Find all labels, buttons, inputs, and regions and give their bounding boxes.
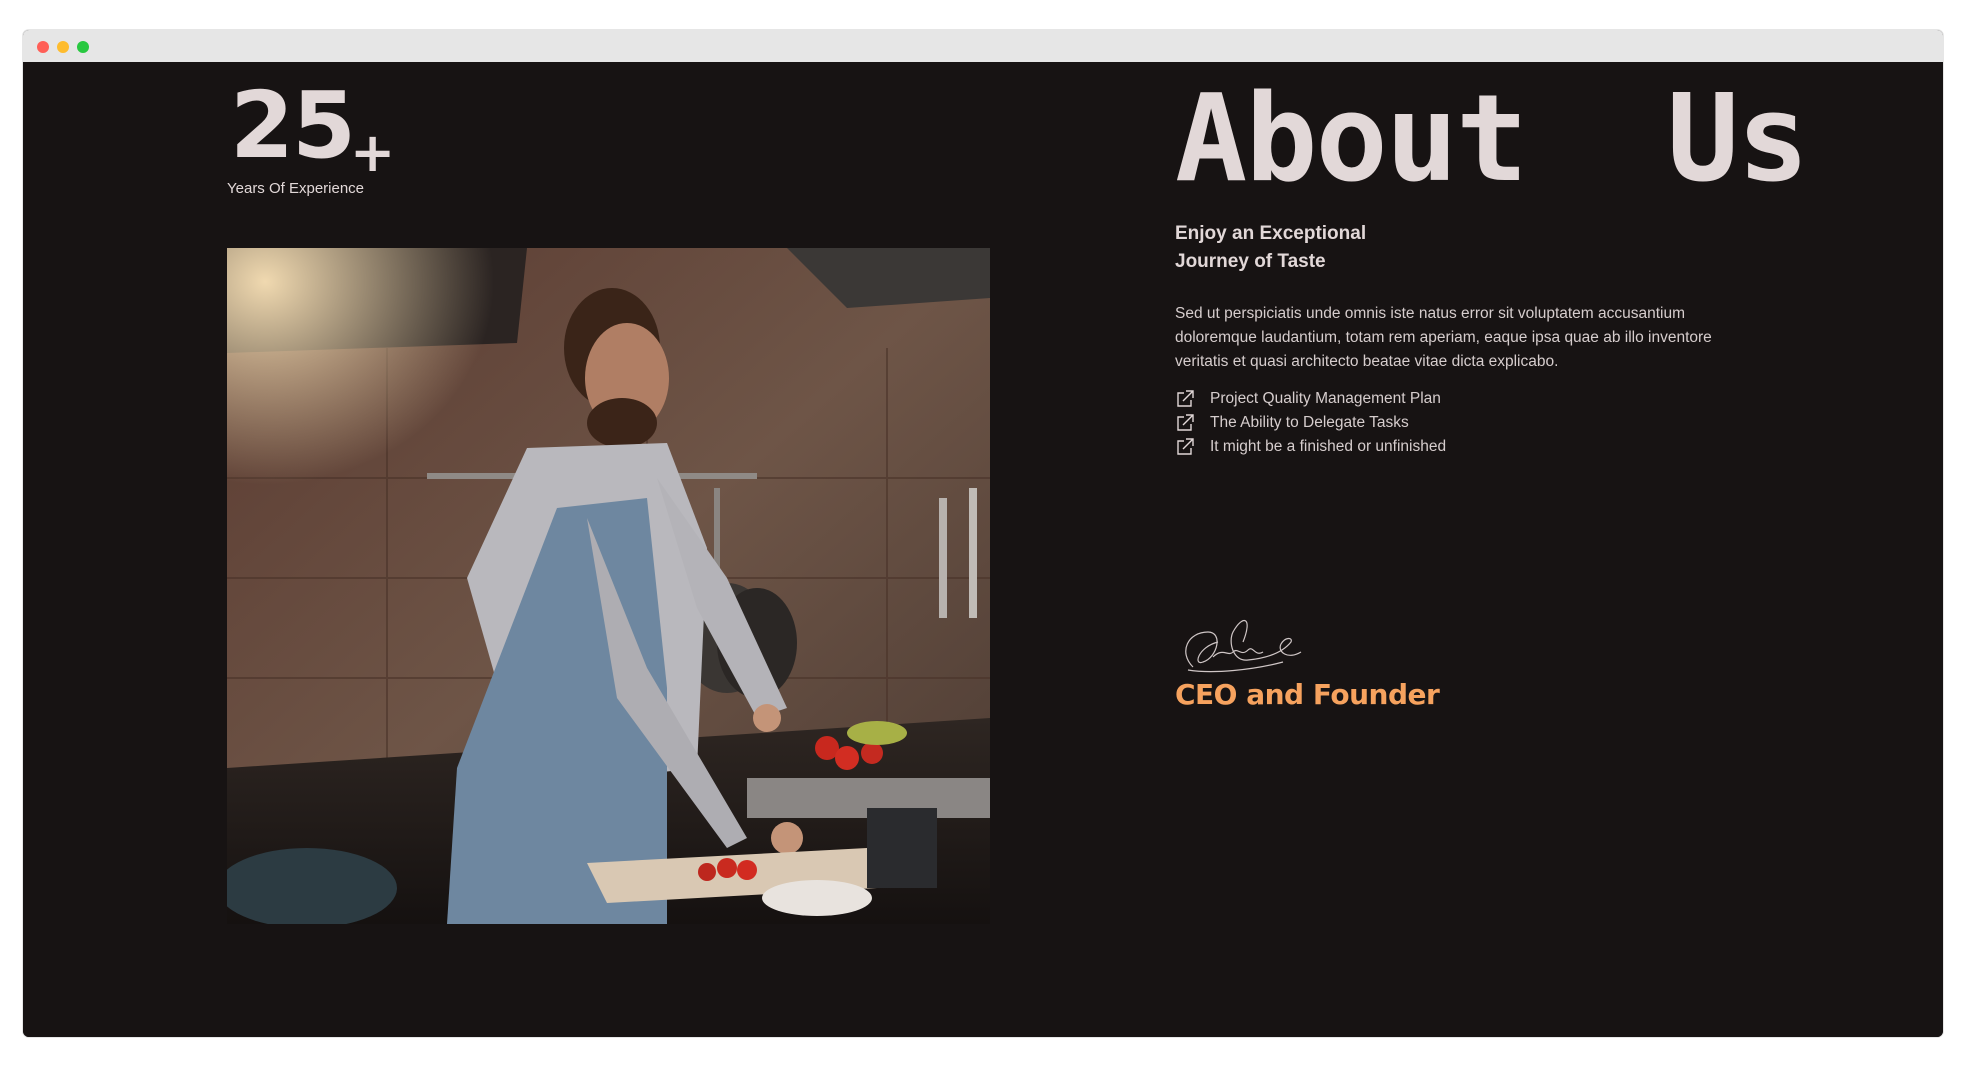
- close-window-button[interactable]: [37, 41, 49, 53]
- feature-label: The Ability to Delegate Tasks: [1210, 414, 1409, 431]
- feature-list: Project Quality Management Plan The Abil…: [1175, 387, 1446, 459]
- browser-window: 25 + Years Of Experience About Us Enjoy …: [23, 30, 1943, 1037]
- external-link-icon: [1177, 390, 1194, 407]
- external-link-icon: [1177, 438, 1194, 455]
- experience-plus: +: [350, 121, 396, 184]
- maximize-window-button[interactable]: [77, 41, 89, 53]
- about-subtitle: Enjoy an Exceptional Journey of Taste: [1175, 220, 1495, 276]
- minimize-window-button[interactable]: [57, 41, 69, 53]
- signature-image: [1185, 620, 1302, 673]
- feature-label: Project Quality Management Plan: [1210, 390, 1441, 407]
- list-item: The Ability to Delegate Tasks: [1175, 411, 1446, 435]
- window-titlebar: [23, 30, 1943, 62]
- list-item: Project Quality Management Plan: [1175, 387, 1446, 411]
- experience-caption: Years Of Experience: [227, 180, 365, 197]
- external-link-icon: [1177, 414, 1194, 431]
- subtitle-line-2: Journey of Taste: [1175, 251, 1326, 272]
- about-title: About Us: [1175, 70, 1809, 209]
- about-body-text: Sed ut perspiciatis unde omnis iste natu…: [1175, 305, 1712, 370]
- subtitle-line-1: Enjoy an Exceptional: [1175, 223, 1367, 244]
- about-section: 25 + Years Of Experience About Us Enjoy …: [23, 62, 1943, 1037]
- list-item: It might be a finished or unfinished: [1175, 435, 1446, 459]
- ceo-role-label: CEO and Founder: [1175, 678, 1440, 711]
- experience-number: 25: [230, 72, 356, 179]
- feature-label: It might be a finished or unfinished: [1210, 438, 1447, 455]
- chef-photo: [227, 248, 990, 924]
